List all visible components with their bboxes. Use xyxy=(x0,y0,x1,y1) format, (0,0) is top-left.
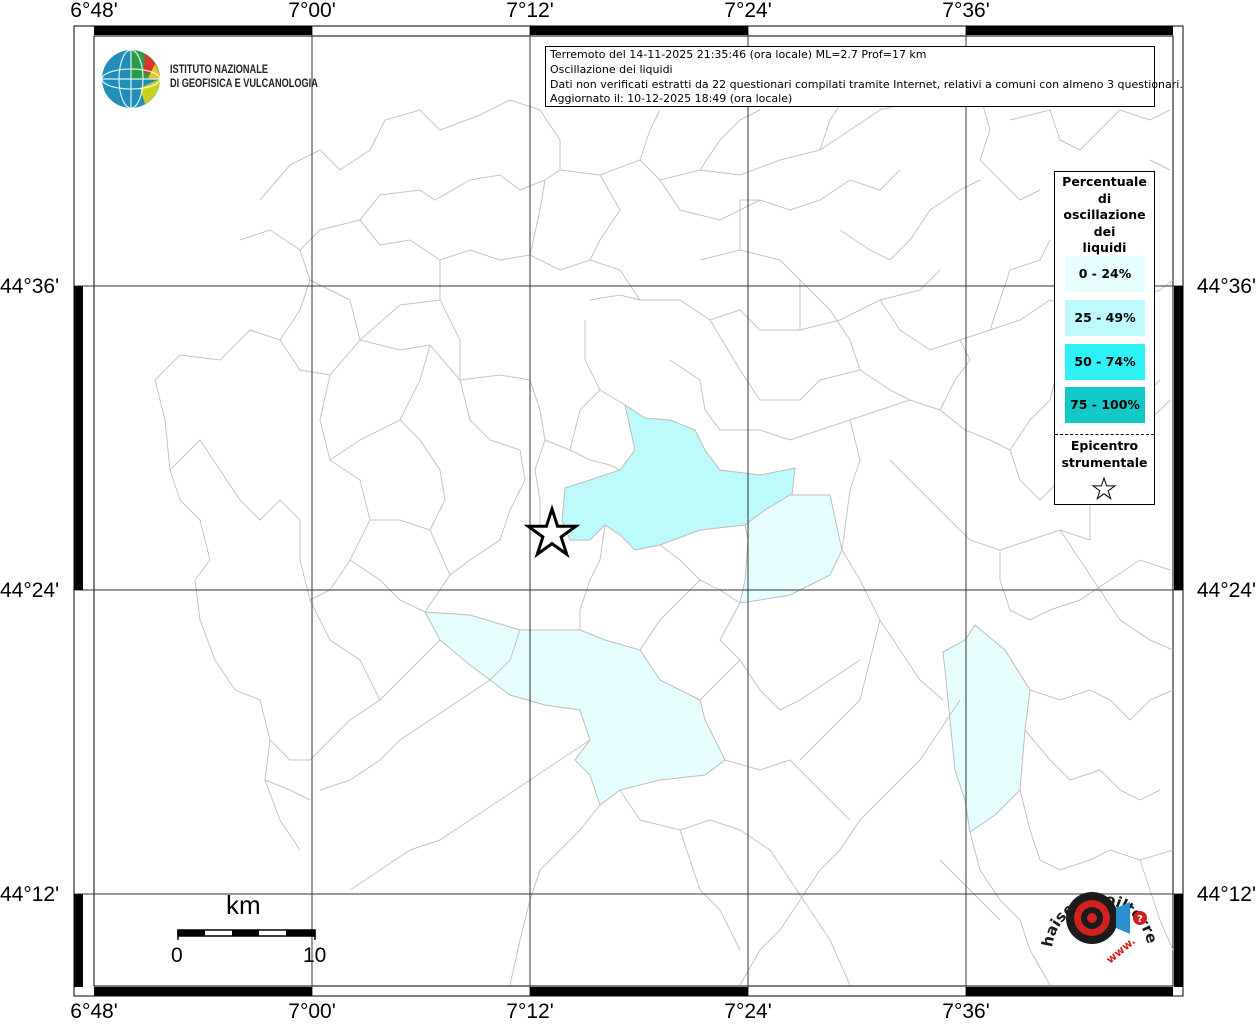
lon-label-top: 7°00' xyxy=(288,0,336,22)
legend-title-line: Percentuale xyxy=(1062,174,1147,189)
lon-label-bottom: 7°24' xyxy=(724,1000,772,1023)
lat-label-right: 44°12' xyxy=(1196,883,1256,906)
question-mark-text: ? xyxy=(1137,914,1143,925)
filled-areas xyxy=(424,403,1031,833)
ingv-logo-line: ISTITUTO NAZIONALE xyxy=(170,64,268,76)
lat-label-left: 44°24' xyxy=(0,579,60,602)
legend-epicenter-line: strumentale xyxy=(1061,454,1148,470)
area-southeast xyxy=(942,624,1031,833)
earthquake-info-box: Terremoto del 14-11-2025 21:35:46 (ora l… xyxy=(545,46,1183,107)
scale-unit-label: km xyxy=(226,890,261,920)
lon-label-top: 6°48' xyxy=(70,0,118,22)
lat-label-right: 44°36' xyxy=(1196,275,1256,298)
scale-end-label: 10 xyxy=(303,944,327,967)
legend-class-0: 0 - 24% xyxy=(1065,256,1145,292)
legend-title-line: oscillazione xyxy=(1063,207,1146,222)
legend-class-2: 50 - 74% xyxy=(1065,344,1145,380)
lon-label-top: 7°36' xyxy=(942,0,990,22)
legend-class-1: 25 - 49% xyxy=(1065,300,1145,336)
legend-star-icon xyxy=(1091,476,1117,500)
lon-label-top: 7°12' xyxy=(506,0,554,22)
lon-label-bottom: 7°00' xyxy=(288,1000,336,1023)
legend-separator xyxy=(1055,434,1154,435)
legend-class-3: 75 - 100% xyxy=(1065,387,1145,423)
info-updated-line: Aggiornato il: 10-12-2025 18:49 (ora loc… xyxy=(550,92,793,106)
legend-title: Percentuale di oscillazione dei liquidi xyxy=(1055,172,1154,257)
lon-label-top: 7°24' xyxy=(724,0,772,22)
haisentitoilterremoto-logo: haisentitoilterremoto.it ? www. xyxy=(1030,860,1161,967)
ingv-globe-logo xyxy=(101,49,161,109)
lon-label-bottom: 6°48' xyxy=(70,1000,118,1023)
ingv-logo-line: DI GEOFISICA E VULCANOLOGIA xyxy=(170,78,318,90)
legend-epicenter-title: Epicentro strumentale xyxy=(1055,438,1154,471)
info-subject-line: Oscillazione dei liquidi xyxy=(550,62,673,76)
legend-title-line: di xyxy=(1097,190,1112,206)
info-quake-line: Terremoto del 14-11-2025 21:35:46 (ora l… xyxy=(550,48,927,61)
lon-label-bottom: 7°12' xyxy=(506,1000,554,1023)
legend: Percentuale di oscillazione dei liquidi … xyxy=(1054,171,1155,505)
lat-label-left: 44°36' xyxy=(0,275,60,298)
brand-www-text: www. xyxy=(1104,935,1138,967)
lon-label-bottom: 7°36' xyxy=(942,1000,990,1023)
ingv-logo-text: ISTITUTO NAZIONALE DI GEOFISICA E VULCAN… xyxy=(170,63,318,91)
info-data-note: Dati non verificati estratti da 22 quest… xyxy=(550,77,1183,91)
scale-start-label: 0 xyxy=(171,944,183,967)
scale-bar xyxy=(177,929,316,940)
legend-title-line: dei xyxy=(1093,223,1116,239)
lat-label-right: 44°24' xyxy=(1196,579,1256,602)
legend-title-line: liquidi xyxy=(1082,240,1127,255)
area-south xyxy=(424,611,726,806)
lat-label-left: 44°12' xyxy=(0,883,60,906)
legend-epicenter-line: Epicentro xyxy=(1070,438,1139,453)
